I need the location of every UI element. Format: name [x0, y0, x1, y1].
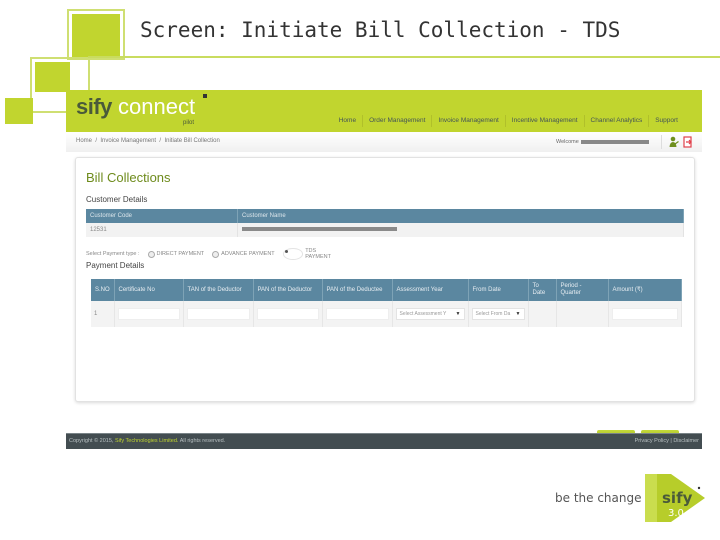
- payment-table: S.NO Certificate No TAN of the Deductor …: [91, 279, 682, 327]
- row-sno: 1: [91, 301, 115, 327]
- decor-square-top: [72, 14, 120, 58]
- app-window: sify connect pilot Home Order Management…: [66, 90, 702, 450]
- radio-tds-payment[interactable]: TDS PAYMENT: [282, 248, 331, 260]
- logo-product: connect: [118, 94, 196, 119]
- app-footer: Copyright © 2015, Sify Technologies Limi…: [66, 433, 702, 449]
- payment-details-heading: Payment Details: [86, 261, 145, 270]
- privacy-policy-link[interactable]: Privacy Policy: [635, 438, 669, 444]
- col-from-date: From Date: [468, 279, 529, 301]
- copyright-text: Copyright © 2015,: [69, 438, 114, 444]
- col-tan-deductor: TAN of the Deductor: [183, 279, 254, 301]
- nav-incentive-management[interactable]: Incentive Management: [504, 115, 584, 127]
- slide-title: Screen: Initiate Bill Collection - TDS: [140, 18, 621, 42]
- disclaimer-link[interactable]: Disclaimer: [673, 438, 699, 444]
- radio-advance-payment[interactable]: ADVANCE PAYMENT: [212, 250, 275, 258]
- col-customer-name: Customer Name: [237, 209, 684, 223]
- radio-button[interactable]: [212, 250, 220, 258]
- breadcrumb-current: Initiate Bill Collection: [164, 138, 220, 144]
- breadcrumb-invoice-management[interactable]: Invoice Management: [100, 138, 156, 144]
- header-divider: [661, 135, 662, 149]
- page-title: Bill Collections: [86, 170, 171, 185]
- sub-header: Home / Invoice Management / Initiate Bil…: [66, 132, 702, 152]
- nav-home[interactable]: Home: [333, 115, 362, 127]
- pan-deductee-input[interactable]: [325, 308, 389, 320]
- breadcrumb-home[interactable]: Home: [76, 138, 92, 144]
- radio-button[interactable]: [147, 250, 155, 258]
- radio-label: ADVANCE PAYMENT: [221, 251, 275, 257]
- period-quarter-cell: [556, 301, 609, 327]
- col-certificate-no: Certificate No: [114, 279, 184, 301]
- tan-deductor-input[interactable]: [186, 308, 250, 320]
- welcome-username-redacted: [581, 140, 649, 144]
- copyright: Copyright © 2015, Sify Technologies Limi…: [69, 438, 225, 444]
- logout-icon[interactable]: [683, 136, 693, 148]
- customer-table: Customer Code Customer Name 12531: [86, 209, 684, 237]
- table-row: 1 Select Assessment Y ▼ Select From Da ▼: [91, 301, 682, 327]
- bill-collections-panel: Bill Collections Customer Details Custom…: [75, 157, 695, 442]
- from-date-select[interactable]: Select From Da ▼: [471, 308, 525, 320]
- col-customer-code: Customer Code: [86, 209, 238, 223]
- logo-mark: [203, 94, 207, 98]
- payment-type-group: Select Payment type : DIRECT PAYMENT ADV…: [86, 248, 331, 260]
- customer-name: [237, 223, 684, 237]
- dropdown-arrow-icon: ▼: [455, 311, 461, 317]
- col-pan-deductee: PAN of the Deductee: [322, 279, 393, 301]
- customer-code: 12531: [86, 223, 238, 237]
- col-pan-deductor: PAN of the Deductor: [253, 279, 323, 301]
- nav-channel-analytics[interactable]: Channel Analytics: [583, 115, 649, 127]
- company-link[interactable]: Sify Technologies Limited.: [115, 438, 179, 444]
- payment-type-label: Select Payment type :: [86, 251, 140, 257]
- col-sno: S.NO: [91, 279, 115, 301]
- col-amount: Amount (₹): [608, 279, 682, 301]
- col-period-quarter: Period - Quarter: [556, 279, 609, 301]
- radio-button-selected[interactable]: [282, 248, 304, 260]
- table-row: 12531: [86, 223, 684, 237]
- select-value: Select From Da: [475, 311, 511, 317]
- sify-brand-logo: sify 3.0: [645, 474, 705, 522]
- amount-input[interactable]: [611, 308, 678, 320]
- footer-sep: |: [670, 438, 672, 444]
- pan-deductor-input[interactable]: [256, 308, 319, 320]
- logo-edition: pilot: [183, 120, 195, 126]
- col-to-date: To Date: [528, 279, 557, 301]
- brand-logo-version: 3.0: [668, 508, 684, 519]
- nav-invoice-management[interactable]: Invoice Management: [431, 115, 504, 127]
- rights-text: All rights reserved.: [179, 438, 226, 444]
- footer-links: Privacy Policy | Disclaimer: [635, 438, 699, 444]
- main-nav: Home Order Management Invoice Management…: [333, 115, 684, 127]
- assessment-year-select[interactable]: Select Assessment Y ▼: [395, 308, 465, 320]
- breadcrumb-sep: /: [95, 138, 98, 144]
- decor-square-mid: [35, 62, 70, 92]
- customer-name-redacted: [242, 227, 397, 232]
- user-icon[interactable]: [669, 136, 679, 148]
- payment-table-wrap: S.NO Certificate No TAN of the Deductor …: [91, 279, 682, 327]
- radio-direct-payment[interactable]: DIRECT PAYMENT: [147, 250, 205, 258]
- decor-square-left: [5, 98, 33, 124]
- dropdown-arrow-icon: ▼: [515, 311, 521, 317]
- col-assessment-year: Assessment Year: [392, 279, 469, 301]
- radio-label: TDS PAYMENT: [305, 248, 331, 260]
- sify-connect-logo[interactable]: sify connect pilot: [76, 94, 207, 126]
- breadcrumb-sep: /: [159, 138, 162, 144]
- select-value: Select Assessment Y: [399, 311, 447, 317]
- logo-brand: sify: [76, 94, 112, 119]
- certificate-no-input[interactable]: [117, 308, 180, 320]
- nav-order-management[interactable]: Order Management: [362, 115, 431, 127]
- title-rule: [88, 56, 720, 58]
- tagline: be the change: [555, 491, 642, 505]
- customer-details-heading: Customer Details: [86, 195, 148, 204]
- radio-label: DIRECT PAYMENT: [156, 251, 205, 257]
- app-header: sify connect pilot Home Order Management…: [66, 90, 702, 132]
- to-date-cell: [528, 301, 557, 327]
- nav-support[interactable]: Support: [648, 115, 684, 127]
- breadcrumb: Home / Invoice Management / Initiate Bil…: [76, 138, 220, 144]
- welcome-label: Welcome: [556, 139, 579, 145]
- brand-logo-name: sify: [662, 489, 693, 507]
